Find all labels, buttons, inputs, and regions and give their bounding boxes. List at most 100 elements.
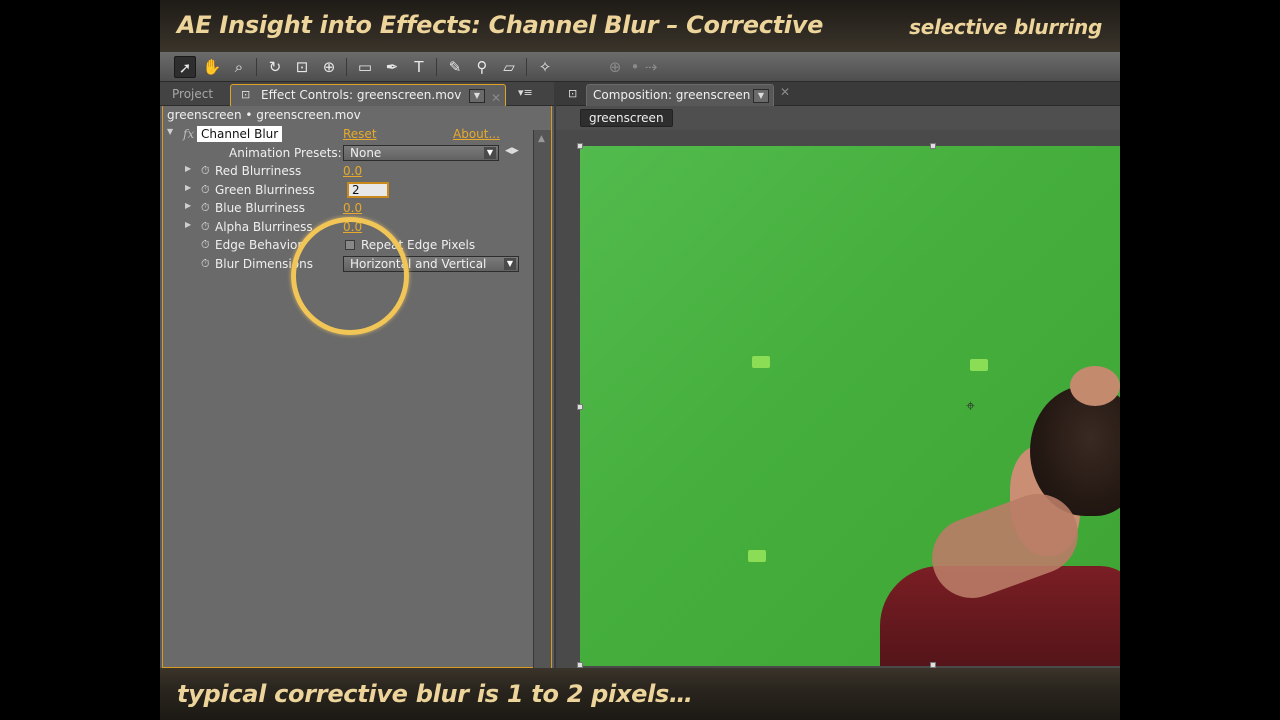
layer-handle[interactable] xyxy=(930,143,936,149)
banner-title: AE Insight into Effects: Channel Blur – … xyxy=(177,11,824,39)
composition-panel: ⊡ Composition: greenscreen ▼ ✕ greenscre… xyxy=(556,82,1120,668)
property-value[interactable]: 0.0 xyxy=(343,220,362,234)
banner-subtitle: selective blurring xyxy=(909,15,1102,39)
chevron-down-icon: ▼ xyxy=(504,258,516,270)
property-label: Blue Blurriness xyxy=(215,201,306,215)
lock-icon[interactable]: ⊡ xyxy=(568,87,577,100)
caption-text: typical corrective blur is 1 to 2 pixels… xyxy=(177,680,693,708)
blur-dimensions-value: Horizontal and Vertical xyxy=(350,257,487,271)
panel-menu-icon[interactable]: ▾≡ xyxy=(518,86,533,99)
tab-project[interactable]: Project xyxy=(160,84,228,106)
property-value[interactable]: 0.0 xyxy=(343,164,362,178)
rotate-tool-icon[interactable]: ↻ xyxy=(264,56,286,78)
preset-prev-next-icon[interactable]: ◀▶ xyxy=(505,146,519,156)
stopwatch-icon[interactable]: ⏱ xyxy=(201,164,210,178)
tracking-marker xyxy=(752,356,770,368)
selection-tool-icon[interactable]: ➚ xyxy=(174,56,196,78)
property-label: Green Blurriness xyxy=(215,183,315,197)
composition-tab-row: ⊡ Composition: greenscreen ▼ ✕ xyxy=(556,82,1120,106)
stopwatch-icon[interactable]: ⏱ xyxy=(201,220,210,234)
close-icon[interactable]: ✕ xyxy=(780,85,790,99)
panel-tab-row: Project ⊡ Effect Controls: greenscreen.m… xyxy=(160,82,554,106)
layer-handle[interactable] xyxy=(577,143,583,149)
composition-viewer[interactable]: ⌖ xyxy=(580,146,1120,666)
video-frame: AE Insight into Effects: Channel Blur – … xyxy=(160,0,1120,720)
animation-presets-value: None xyxy=(350,146,382,160)
text-tool-icon[interactable]: T xyxy=(408,56,430,78)
anchor-point-icon[interactable]: ⌖ xyxy=(966,396,975,416)
triangle-right-icon[interactable]: ▶ xyxy=(185,183,191,192)
toolbar-divider xyxy=(256,58,257,76)
animation-presets-label: Animation Presets: xyxy=(229,146,342,160)
tab-composition[interactable]: Composition: greenscreen ▼ xyxy=(586,84,774,106)
triangle-down-icon[interactable]: ▼ xyxy=(167,127,173,136)
property-value[interactable]: 0.0 xyxy=(343,201,362,215)
property-label: Edge Behavior xyxy=(215,238,303,252)
tab-composition-label: Composition: greenscreen xyxy=(593,88,751,102)
repeat-edge-checkbox[interactable] xyxy=(345,240,355,250)
green-blurriness-input[interactable]: 2 xyxy=(347,182,389,198)
animation-presets-row: Animation Presets: None ▼ ◀▶ xyxy=(163,145,535,163)
title-banner: AE Insight into Effects: Channel Blur – … xyxy=(160,0,1120,52)
pen-tool-icon[interactable]: ✒ xyxy=(381,56,403,78)
reset-link[interactable]: Reset xyxy=(343,127,377,141)
stopwatch-icon[interactable]: ⏱ xyxy=(201,238,210,252)
caption-banner: typical corrective blur is 1 to 2 pixels… xyxy=(160,668,1120,720)
toolbar-divider xyxy=(346,58,347,76)
toolbar-divider xyxy=(436,58,437,76)
effect-header-row[interactable]: ▼ fx Channel Blur Reset About... xyxy=(163,126,535,144)
scroll-up-icon[interactable]: ▲ xyxy=(538,134,545,144)
toolbar-divider xyxy=(526,58,527,76)
property-row-red[interactable]: ▶ ⏱ Red Blurriness 0.0 xyxy=(163,163,535,181)
stopwatch-icon[interactable]: ⏱ xyxy=(201,183,210,197)
fx-icon[interactable]: fx xyxy=(183,127,194,141)
camera-tool-icon[interactable]: ⊡ xyxy=(291,56,313,78)
stopwatch-icon[interactable]: ⏱ xyxy=(201,201,210,215)
tab-effect-controls[interactable]: ⊡ Effect Controls: greenscreen.mov ▼ ✕ xyxy=(230,84,506,106)
property-label: Red Blurriness xyxy=(215,164,302,178)
triangle-right-icon[interactable]: ▶ xyxy=(185,164,191,173)
tracking-marker xyxy=(970,359,988,371)
lock-icon[interactable]: ⊡ xyxy=(241,85,250,105)
property-label: Alpha Blurriness xyxy=(215,220,313,234)
triangle-right-icon[interactable]: ▶ xyxy=(185,220,191,229)
composition-flowchart-button[interactable]: greenscreen xyxy=(580,109,673,127)
triangle-right-icon[interactable]: ▶ xyxy=(185,201,191,210)
effect-name[interactable]: Channel Blur xyxy=(197,126,283,142)
composition-navigator-bar: greenscreen xyxy=(556,106,1120,130)
subject-hand xyxy=(1070,366,1120,406)
property-row-blue[interactable]: ▶ ⏱ Blue Blurriness 0.0 xyxy=(163,200,535,218)
clone-stamp-tool-icon[interactable]: ⚲ xyxy=(471,56,493,78)
scrollbar[interactable]: ▲ xyxy=(533,130,551,668)
close-icon[interactable]: ✕ xyxy=(491,88,501,108)
stopwatch-icon[interactable]: ⏱ xyxy=(201,257,210,271)
property-row-alpha[interactable]: ▶ ⏱ Alpha Blurriness 0.0 xyxy=(163,219,535,237)
property-row-green[interactable]: ▶ ⏱ Green Blurriness 2 xyxy=(163,182,535,200)
effect-controls-panel: Project ⊡ Effect Controls: greenscreen.m… xyxy=(160,82,554,668)
puppet-starch-icon[interactable]: ⇢ xyxy=(640,56,662,78)
blur-dimensions-dropdown[interactable]: Horizontal and Vertical ▼ xyxy=(343,256,519,272)
property-row-dimensions[interactable]: ⏱ Blur Dimensions Horizontal and Vertica… xyxy=(163,256,535,274)
eraser-tool-icon[interactable]: ▱ xyxy=(498,56,520,78)
layer-path: greenscreen • greenscreen.mov xyxy=(167,108,361,122)
puppet-overlap-icon[interactable]: ⊕ xyxy=(604,56,626,78)
layer-handle[interactable] xyxy=(577,404,583,410)
chevron-down-icon[interactable]: ▼ xyxy=(469,89,485,103)
tab-effect-controls-label: Effect Controls: greenscreen.mov xyxy=(261,88,462,102)
puppet-pin-tool-icon[interactable]: ✧ xyxy=(534,56,556,78)
hand-tool-icon[interactable]: ✋ xyxy=(201,56,223,78)
animation-presets-dropdown[interactable]: None ▼ xyxy=(343,145,499,161)
about-link[interactable]: About... xyxy=(453,127,500,141)
chevron-down-icon[interactable]: ▼ xyxy=(753,89,769,103)
rectangle-tool-icon[interactable]: ▭ xyxy=(354,56,376,78)
tools-toolbar: ➚ ✋ ⌕ ↻ ⊡ ⊕ ▭ ✒ T ✎ ⚲ ▱ ✧ ⊕ • ⇢ xyxy=(160,52,1120,82)
checkbox-label: Repeat Edge Pixels xyxy=(361,238,476,252)
brush-tool-icon[interactable]: ✎ xyxy=(444,56,466,78)
chevron-down-icon: ▼ xyxy=(484,147,496,159)
property-label: Blur Dimensions xyxy=(215,257,313,271)
tracking-marker xyxy=(748,550,766,562)
effect-controls-content: greenscreen • greenscreen.mov ▼ fx Chann… xyxy=(162,106,552,668)
pan-behind-tool-icon[interactable]: ⊕ xyxy=(318,56,340,78)
property-row-edge[interactable]: ⏱ Edge Behavior Repeat Edge Pixels xyxy=(163,237,535,255)
zoom-tool-icon[interactable]: ⌕ xyxy=(228,56,250,78)
